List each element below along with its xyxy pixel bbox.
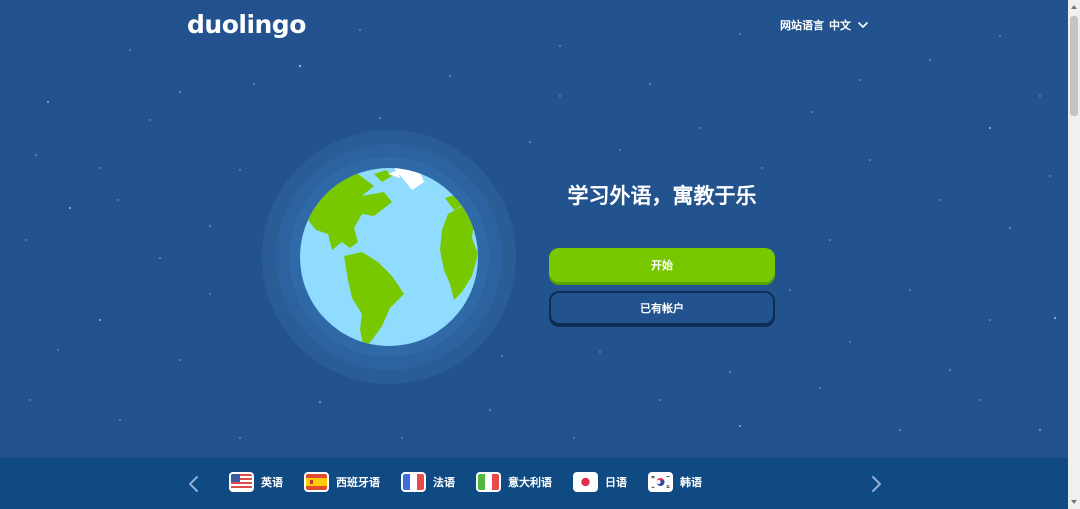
language-item-spanish[interactable]: 西班牙语 — [304, 472, 380, 492]
language-item-italian[interactable]: 意大利语 — [476, 472, 552, 492]
france-flag-icon — [401, 472, 426, 492]
spain-flag-icon — [304, 472, 329, 492]
start-button[interactable]: 开始 — [549, 248, 775, 282]
duolingo-logo[interactable]: duolingo — [187, 10, 306, 39]
language-label: 英语 — [261, 476, 283, 489]
language-item-english[interactable]: 英语 — [229, 472, 283, 492]
language-label: 西班牙语 — [336, 476, 380, 489]
vertical-scrollbar[interactable] — [1068, 0, 1080, 509]
scrollbar-thumb[interactable] — [1070, 16, 1078, 116]
language-item-french[interactable]: 法语 — [401, 472, 455, 492]
language-label: 韩语 — [680, 476, 702, 489]
site-language-label: 网站语言 — [780, 19, 824, 32]
language-label: 日语 — [605, 476, 627, 489]
language-label: 意大利语 — [508, 476, 552, 489]
chevron-down-icon — [858, 22, 868, 28]
hero-tagline: 学习外语，寓教于乐 — [567, 184, 757, 208]
existing-account-button[interactable]: 已有帐户 — [549, 291, 775, 325]
chevron-right-icon[interactable] — [866, 474, 886, 494]
chevron-left-icon[interactable] — [184, 474, 204, 494]
scroll-down-arrow-icon[interactable] — [1071, 499, 1077, 505]
site-language-value: 中文 — [829, 19, 851, 32]
course-language-list: 英语 西班牙语 法语 意大利语 日语 韩语 — [229, 472, 723, 492]
language-item-japanese[interactable]: 日语 — [573, 472, 627, 492]
scroll-up-arrow-icon[interactable] — [1071, 4, 1077, 10]
language-label: 法语 — [433, 476, 455, 489]
top-header: duolingo 网站语言 中文 — [0, 0, 1068, 52]
japan-flag-icon — [573, 472, 598, 492]
language-footer: 英语 西班牙语 法语 意大利语 日语 韩语 — [0, 458, 1068, 509]
korea-flag-icon — [648, 472, 673, 492]
italy-flag-icon — [476, 472, 501, 492]
site-language-selector[interactable]: 网站语言 中文 — [780, 17, 870, 33]
us-flag-icon — [229, 472, 254, 492]
starfield-background — [25, 29, 1057, 439]
language-item-korean[interactable]: 韩语 — [648, 472, 702, 492]
globe-illustration — [262, 130, 516, 384]
